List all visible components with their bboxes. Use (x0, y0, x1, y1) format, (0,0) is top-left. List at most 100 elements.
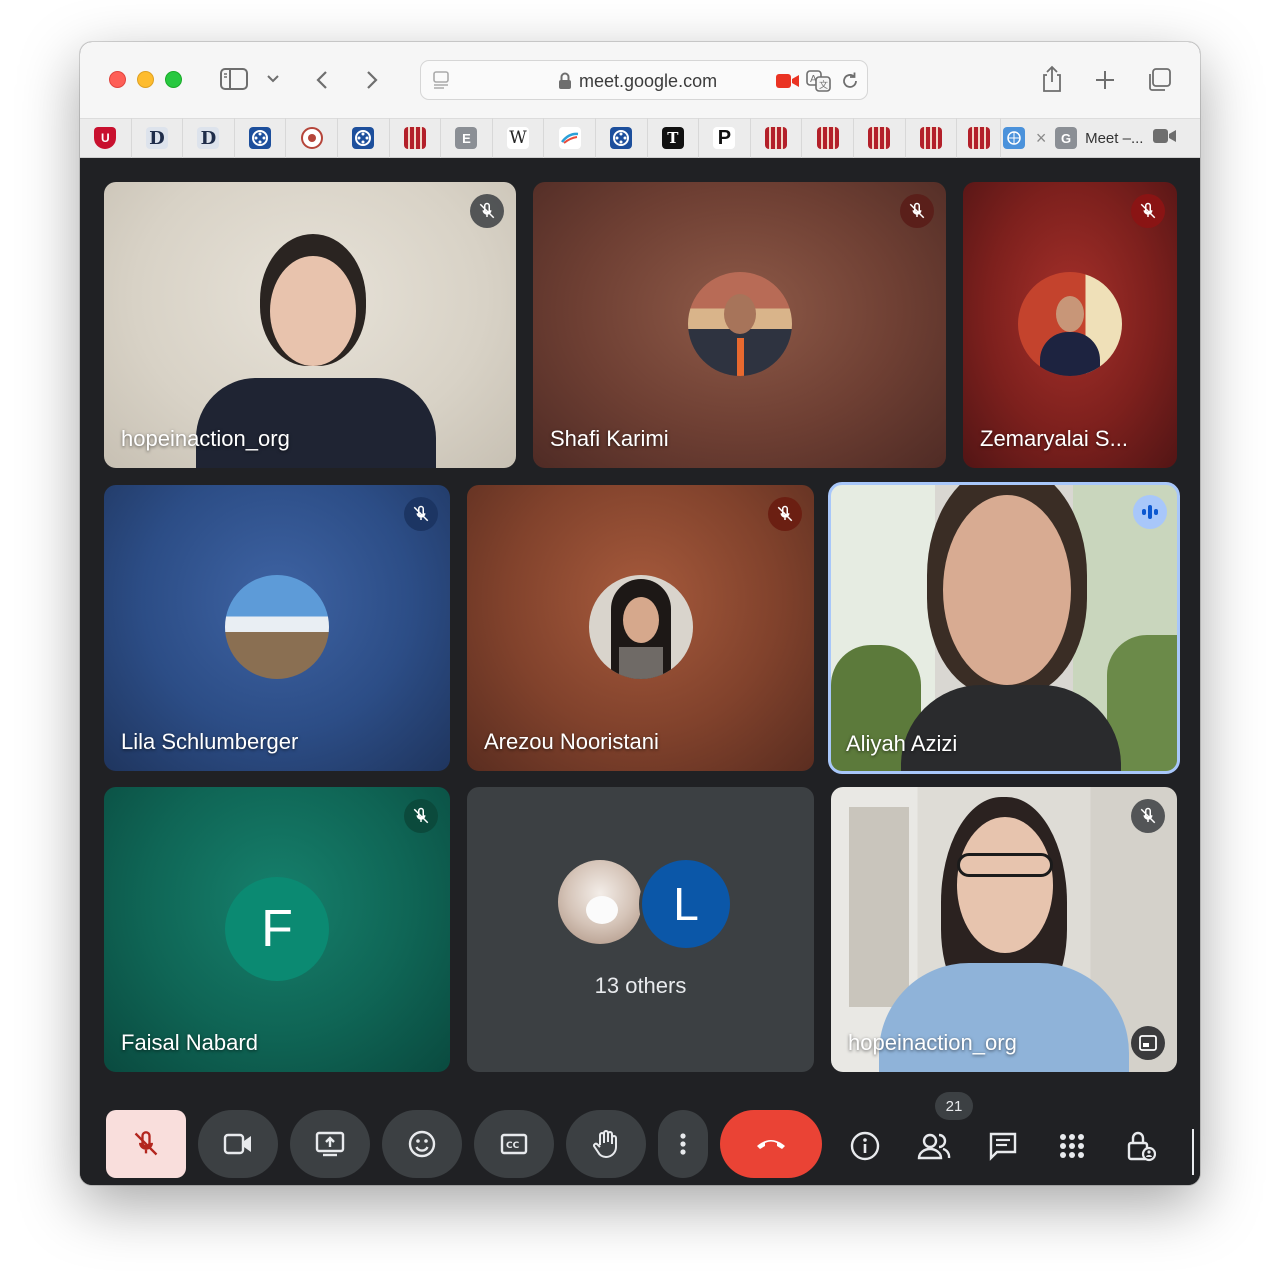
translate-icon[interactable]: A文 (805, 69, 833, 93)
mic-off-icon (900, 194, 934, 228)
pinned-tab[interactable]: D (183, 118, 235, 158)
participant-name: Lila Schlumberger (121, 729, 299, 754)
e-logo-icon: E (455, 127, 478, 149)
chat-button[interactable] (981, 1124, 1025, 1168)
participant-name: Faisal Nabard (121, 1030, 258, 1055)
pinned-tab[interactable] (1001, 118, 1027, 158)
page-menu-icon[interactable] (431, 69, 453, 91)
meeting-details-button[interactable] (843, 1124, 887, 1168)
url-text: meet.google.com (579, 71, 718, 91)
participant-name: Aliyah Azizi (846, 731, 958, 756)
back-icon[interactable] (312, 68, 332, 92)
pinned-tab[interactable] (596, 118, 648, 158)
pin-self-view-icon[interactable] (1131, 1026, 1165, 1060)
present-screen-button[interactable] (290, 1110, 370, 1178)
minimize-window-button[interactable] (137, 71, 154, 88)
tab-overview-icon[interactable] (1146, 67, 1172, 93)
host-controls-button[interactable] (1119, 1124, 1163, 1168)
captions-button[interactable]: CC (474, 1110, 554, 1178)
pinned-tab[interactable]: E (441, 118, 493, 158)
browser-window: meet.google.com A文 U D D E W T P × G Mee… (80, 42, 1200, 1185)
pinned-tab[interactable]: P (699, 118, 751, 158)
participant-name: Shafi Karimi (550, 426, 669, 451)
seal-icon (300, 127, 323, 149)
pinned-tab[interactable]: D (132, 118, 184, 158)
participant-name: hopeinaction_org (848, 1030, 1017, 1055)
svg-text:文: 文 (819, 79, 828, 91)
activities-button[interactable] (1050, 1124, 1094, 1168)
reload-icon[interactable] (839, 70, 861, 92)
lock-icon (557, 71, 573, 91)
pinned-tab[interactable] (854, 118, 906, 158)
avatar (588, 575, 693, 679)
new-tab-icon[interactable] (1093, 68, 1117, 92)
pinned-tab[interactable] (235, 118, 287, 158)
avatar-cat (586, 896, 618, 924)
participant-tile[interactable]: Lila Schlumberger (104, 485, 450, 771)
pinned-tab[interactable] (751, 118, 803, 158)
avatar-face (1056, 296, 1084, 332)
camera-toggle-button[interactable] (198, 1110, 278, 1178)
forward-icon[interactable] (362, 68, 382, 92)
chevron-down-icon[interactable] (266, 72, 280, 86)
others-count-label: 13 others (594, 973, 687, 998)
pattern-logo-icon (919, 127, 942, 149)
meeting-grid: hopeinaction_org Shafi Karimi Zemaryalai… (80, 158, 1200, 1185)
participant-tile[interactable]: Arezou Nooristani (467, 485, 814, 771)
svg-text:CC: CC (506, 1141, 520, 1151)
pinned-tab[interactable] (338, 118, 390, 158)
participant-tile[interactable]: hopeinaction_org (104, 182, 516, 468)
seal-center (307, 134, 316, 142)
address-bar[interactable]: meet.google.com A文 (420, 60, 868, 100)
avatar-suit (1040, 332, 1100, 376)
close-tab-icon[interactable]: × (1027, 118, 1055, 158)
participant-face (270, 256, 356, 366)
sidebar-toggle-icon[interactable] (220, 67, 248, 91)
active-tab-label: Meet –... (1085, 129, 1144, 147)
pinned-tab[interactable] (906, 118, 958, 158)
avatar (225, 575, 329, 679)
pinned-tab[interactable]: U (80, 118, 132, 158)
raise-hand-button[interactable] (566, 1110, 646, 1178)
participant-tile[interactable]: F Faisal Nabard (104, 787, 450, 1072)
pinned-tab[interactable] (544, 118, 596, 158)
pattern-logo-icon (868, 127, 891, 149)
participant-face (943, 495, 1071, 685)
mic-off-icon (1131, 799, 1165, 833)
participant-tile[interactable]: Shafi Karimi (533, 182, 946, 468)
pinned-tab[interactable] (286, 118, 338, 158)
mic-toggle-button[interactable] (106, 1110, 186, 1178)
browser-toolbar: meet.google.com A文 (80, 42, 1200, 118)
mic-off-icon (470, 194, 504, 228)
pinned-tab[interactable] (390, 118, 442, 158)
more-options-button[interactable] (658, 1110, 708, 1178)
google-g-icon: G (1055, 127, 1078, 149)
participant-tile[interactable]: hopeinaction_org (831, 787, 1177, 1072)
camera-in-use-icon[interactable] (775, 71, 801, 91)
leave-call-button[interactable] (720, 1110, 822, 1178)
participant-tile[interactable]: Zemaryalai S... (963, 182, 1177, 468)
pattern-logo-icon (816, 127, 839, 149)
people-button[interactable] (912, 1124, 956, 1168)
pinned-tab[interactable]: T (648, 118, 700, 158)
call-controls: CC 21 (80, 1092, 1200, 1178)
active-tab[interactable]: G Meet –... (1055, 118, 1177, 158)
close-window-button[interactable] (109, 71, 126, 88)
pattern-logo-icon (765, 127, 788, 149)
participant-name: hopeinaction_org (121, 426, 290, 451)
pinned-tab[interactable] (957, 118, 1002, 158)
pinned-tab[interactable] (802, 118, 854, 158)
participant-shirt (901, 685, 1121, 771)
panel-divider (1192, 1129, 1194, 1175)
swoosh-logo-icon (558, 127, 581, 149)
participant-shirt (196, 378, 436, 468)
participant-name: Zemaryalai S... (980, 426, 1128, 451)
active-speaker-tile[interactable]: Aliyah Azizi (828, 482, 1180, 774)
pinned-tab[interactable]: W (493, 118, 545, 158)
background-door (849, 807, 909, 1007)
reactions-button[interactable] (382, 1110, 462, 1178)
wikipedia-icon: W (507, 127, 530, 149)
share-icon[interactable] (1040, 64, 1064, 94)
zoom-window-button[interactable] (165, 71, 182, 88)
others-tile[interactable]: L 13 others (467, 787, 814, 1072)
